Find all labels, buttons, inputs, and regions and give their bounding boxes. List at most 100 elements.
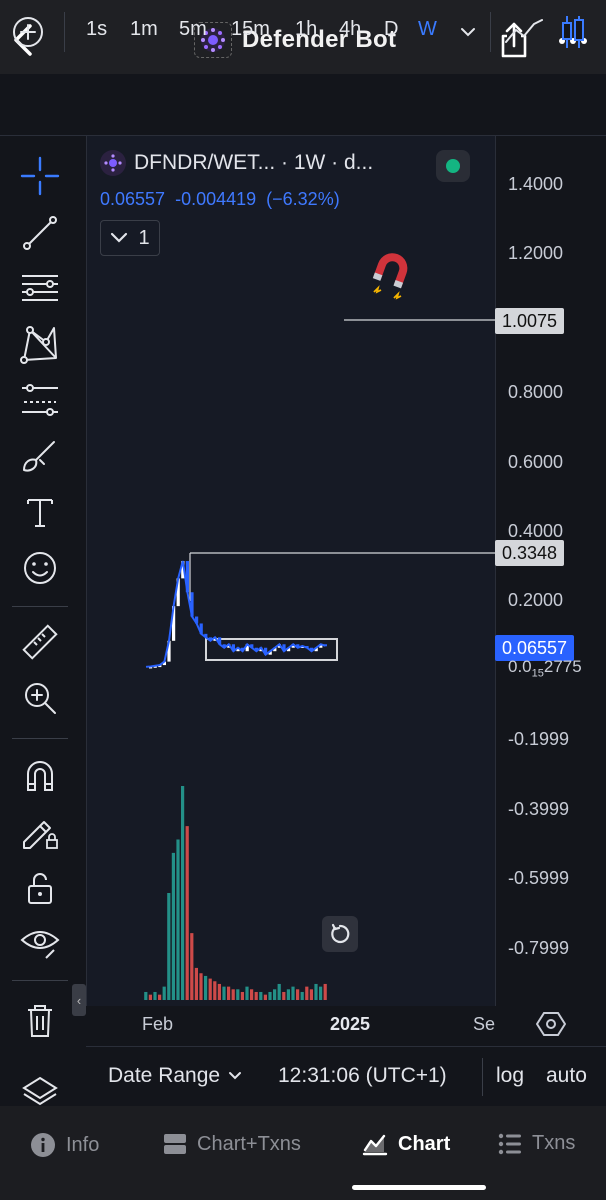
volume-bar xyxy=(236,989,240,1000)
candlestick-icon xyxy=(562,16,584,48)
price-candles xyxy=(149,561,327,669)
plus-circle-icon xyxy=(13,17,43,47)
volume-bar xyxy=(268,991,272,1000)
timeframe-w[interactable]: W xyxy=(418,18,437,41)
timezone-clock[interactable]: 12:31:06 (UTC+1) xyxy=(278,1064,447,1088)
tab-chart-txns[interactable]: Chart+Txns xyxy=(163,1132,301,1156)
collapse-tools-button[interactable]: ‹ xyxy=(72,984,86,1016)
volume-bar xyxy=(171,852,175,1000)
price-tick: -0.1999 xyxy=(508,729,570,749)
zoom-in-tool[interactable] xyxy=(20,678,60,718)
trend-line-icon xyxy=(23,216,57,250)
volume-bar xyxy=(314,983,318,1000)
crosshair-tool[interactable] xyxy=(20,156,60,196)
brush-icon xyxy=(23,441,55,472)
time-tick: Se xyxy=(473,1014,496,1034)
lock-drawings-tool[interactable] xyxy=(20,812,60,852)
candle-chart-type-button[interactable] xyxy=(560,14,586,50)
pattern-nodes-icon xyxy=(20,326,57,364)
price-tick: -0.7999 xyxy=(508,938,570,958)
volume-bar xyxy=(158,994,162,1000)
add-indicator-button[interactable] xyxy=(12,16,44,48)
measure-tool[interactable] xyxy=(20,622,60,662)
volume-bar xyxy=(185,826,189,1000)
ohlc-values: 0.06557 -0.004419 (−6.32%) xyxy=(100,189,340,210)
price-tick: 1.2000 xyxy=(508,243,564,263)
volume-bar xyxy=(277,983,281,1000)
volume-bar xyxy=(190,933,194,1000)
small-price-prefix: 0.0 xyxy=(508,657,532,676)
volume-bar xyxy=(148,994,152,1000)
fib-retracement-tool[interactable] xyxy=(20,268,60,308)
volume-bar xyxy=(291,986,295,1000)
timeframe-5m[interactable]: 5m xyxy=(179,18,207,41)
delete-drawings-tool[interactable] xyxy=(20,1000,60,1040)
tools-divider xyxy=(12,606,68,607)
volume-bar xyxy=(217,983,221,1000)
volume-bar xyxy=(286,989,290,1000)
volume-bar xyxy=(245,986,249,1000)
timeframe-1m[interactable]: 1m xyxy=(130,18,158,41)
trash-icon xyxy=(28,1005,52,1037)
log-scale-toggle[interactable]: log xyxy=(496,1064,524,1088)
change-percent: (−6.32%) xyxy=(266,189,340,209)
line-chart-type-button[interactable] xyxy=(504,18,544,46)
chevron-left-icon: ‹ xyxy=(76,992,82,1008)
pencil-lock-icon xyxy=(23,821,58,849)
timeframe-d[interactable]: D xyxy=(384,18,398,41)
volume-bar xyxy=(323,983,327,1000)
volume-bar xyxy=(227,986,231,1000)
small-price-readout: 0.0152775 xyxy=(508,657,582,679)
reset-chart-button[interactable] xyxy=(322,916,358,952)
volume-bar xyxy=(309,989,313,1000)
volume-bar xyxy=(240,991,244,1000)
emoji-tool[interactable] xyxy=(20,548,60,588)
ruler-icon xyxy=(22,624,58,660)
tab-info[interactable]: Info xyxy=(30,1132,99,1158)
line-chart-icon xyxy=(505,19,543,43)
market-open-dot xyxy=(446,159,460,173)
pattern-tool[interactable] xyxy=(20,324,60,364)
volume-bar xyxy=(300,991,304,1000)
chart-toolbar xyxy=(0,74,606,136)
symbol-legend[interactable]: DFNDR/WET... · 1W · d... xyxy=(100,150,373,176)
tab-txns[interactable]: Txns xyxy=(498,1132,575,1155)
chart-settings-button[interactable] xyxy=(535,1010,567,1038)
volume-bar xyxy=(305,986,309,1000)
text-tool[interactable] xyxy=(20,492,60,532)
volume-bar xyxy=(222,986,226,1000)
trend-line-tool[interactable] xyxy=(20,212,60,252)
timeframe-15m[interactable]: 15m xyxy=(231,18,270,41)
tab-label: Txns xyxy=(532,1132,576,1154)
home-indicator xyxy=(352,1185,486,1190)
auto-scale-toggle[interactable]: auto xyxy=(546,1064,587,1088)
indicators-toggle[interactable]: 1 xyxy=(100,220,160,256)
brush-tool[interactable] xyxy=(20,436,60,476)
price-tick: -0.3999 xyxy=(508,799,570,819)
chevron-down-icon xyxy=(461,28,475,37)
chevron-down-icon xyxy=(111,232,128,243)
small-price-zero-count: 15 xyxy=(531,667,544,680)
tab-label: Info xyxy=(66,1133,100,1156)
chevron-down-icon xyxy=(229,1072,242,1080)
timeframe-1s[interactable]: 1s xyxy=(86,18,107,41)
list-icon xyxy=(498,1133,521,1154)
date-range-button[interactable]: Date Range xyxy=(108,1064,242,1088)
last-value: 0.06557 xyxy=(100,189,166,209)
tab-chart[interactable]: Chart xyxy=(362,1132,450,1156)
volume-bar xyxy=(296,989,300,1000)
timeframe-4h[interactable]: 4h xyxy=(339,18,361,41)
hexagon-settings-icon xyxy=(535,1012,567,1036)
hide-drawings-tool[interactable] xyxy=(20,922,60,962)
bottom-bar-divider xyxy=(482,1058,483,1096)
volume-bars xyxy=(144,786,327,1000)
volume-bar xyxy=(204,975,208,1000)
volume-bar xyxy=(208,978,212,1000)
indicators-count: 1 xyxy=(138,226,150,249)
forecast-tool[interactable] xyxy=(20,380,60,420)
unlock-tool[interactable] xyxy=(20,868,60,908)
timeframe-1h[interactable]: 1h xyxy=(295,18,317,41)
magnet-emoji-icon[interactable] xyxy=(370,252,412,300)
timeframe-dropdown[interactable] xyxy=(458,22,478,42)
magnet-mode-tool[interactable] xyxy=(20,756,60,796)
